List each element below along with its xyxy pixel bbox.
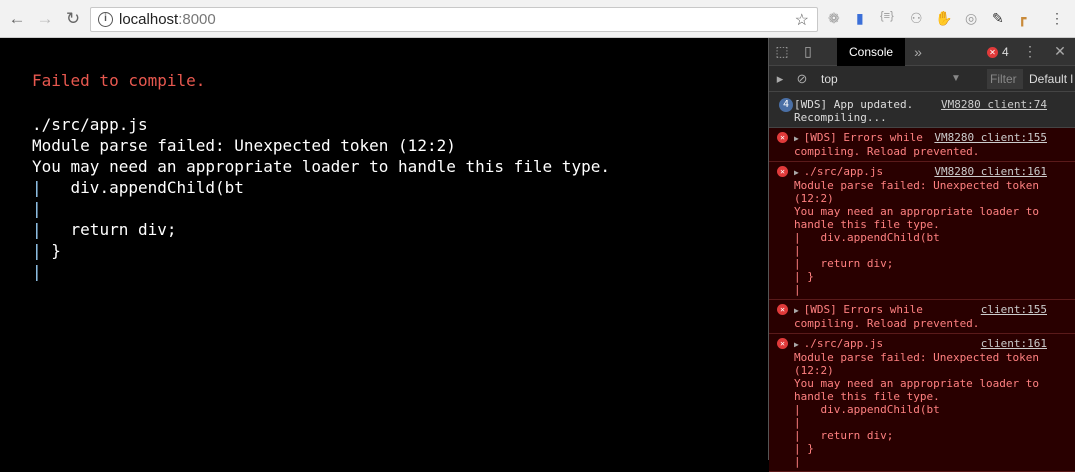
context-selector[interactable]: top: [821, 72, 951, 86]
kebab-menu-icon[interactable]: ⋮: [1017, 43, 1043, 60]
code-text: div.appendChild(bt: [41, 178, 244, 197]
more-tabs-icon[interactable]: »: [905, 44, 931, 60]
error-count: 4: [1002, 45, 1009, 59]
expand-triangle-icon[interactable]: ▶: [794, 306, 804, 315]
extension-icon[interactable]: ▮: [856, 10, 864, 27]
extension-icon[interactable]: ⚇: [910, 10, 923, 27]
code-line: | div.appendChild(bt: [32, 177, 768, 198]
expand-triangle-icon[interactable]: ▶: [794, 340, 804, 349]
message-text: [WDS] Errors while compiling. Reload pre…: [794, 303, 980, 330]
console-messages: 4 [WDS] App updated. Recompiling... VM8280…: [769, 92, 1075, 472]
error-icon: ✕: [777, 338, 788, 349]
extension-icon[interactable]: ┏: [1018, 10, 1026, 27]
code-line: | }: [32, 240, 768, 261]
clear-console-icon[interactable]: ⊘: [791, 71, 813, 87]
back-icon[interactable]: ←: [6, 9, 28, 29]
eyedropper-icon[interactable]: ✎: [992, 10, 1004, 27]
console-message: ✕ ▶ ./src/app.js Module parse failed: Une…: [769, 334, 1075, 472]
code-gutter: |: [32, 220, 42, 239]
code-line: | return div;: [32, 219, 768, 240]
error-file: ./src/app.js: [32, 115, 148, 134]
url-port: :8000: [178, 11, 216, 28]
log-levels-dropdown[interactable]: Default l: [1029, 72, 1073, 86]
expand-triangle-icon[interactable]: ▶: [794, 168, 804, 177]
message-text: ./src/app.js Module parse failed: Unexpe…: [794, 337, 1040, 468]
extension-icon[interactable]: ◎: [965, 10, 977, 27]
source-link[interactable]: client:161: [981, 337, 1047, 350]
devtools-panel: ⬚ ▯ Console » ✕ 4 ⋮ ✕ ▸ ⊘ top ▼ Filter De…: [768, 37, 1075, 472]
tab-console[interactable]: Console: [837, 37, 906, 66]
address-bar[interactable]: i localhost:8000 ☆: [90, 7, 818, 32]
code-gutter: |: [32, 199, 42, 218]
close-icon[interactable]: ✕: [1047, 43, 1073, 60]
forward-icon[interactable]: →: [34, 9, 56, 29]
source-link[interactable]: VM8280 client:74: [941, 98, 1047, 111]
console-toolbar: ▸ ⊘ top ▼ Filter Default l: [769, 66, 1075, 92]
message-text: [WDS] App updated. Recompiling...: [794, 98, 914, 124]
error-icon: ✕: [777, 304, 788, 315]
error-hint: You may need an appropriate loader to ha…: [32, 157, 610, 176]
sidebar-toggle-icon[interactable]: ▸: [769, 71, 791, 87]
code-line: |: [32, 261, 768, 282]
repeat-count-badge: 4: [779, 98, 793, 112]
error-message: Module parse failed: Unexpected token (1…: [32, 136, 456, 155]
source-link[interactable]: client:155: [981, 303, 1047, 316]
browser-toolbar: ← → ↻ i localhost:8000 ☆ ❁ ▮ {≡} ⚇ ✋ ◎ ✎…: [0, 0, 1075, 38]
code-gutter: |: [32, 241, 42, 260]
code-text: }: [41, 241, 61, 260]
error-overlay: Failed to compile. ./src/app.js Module p…: [0, 38, 768, 460]
code-gutter: |: [32, 178, 42, 197]
expand-triangle-icon[interactable]: ▶: [794, 134, 804, 143]
message-text: ./src/app.js Module parse failed: Unexpe…: [794, 165, 1040, 296]
error-counter[interactable]: ✕ 4: [987, 45, 1009, 59]
console-message: ✕ ▶ ./src/app.js Module parse failed: Une…: [769, 162, 1075, 300]
inspect-icon[interactable]: ⬚: [769, 43, 795, 60]
extension-icon[interactable]: {≡}: [880, 10, 894, 22]
extension-icon[interactable]: ✋: [935, 10, 952, 27]
code-gutter: |: [32, 262, 42, 281]
code-line: |: [32, 198, 768, 219]
info-icon[interactable]: i: [98, 12, 113, 27]
devtools-tabbar: ⬚ ▯ Console » ✕ 4 ⋮ ✕: [769, 37, 1075, 66]
bookmark-star-icon[interactable]: ☆: [795, 10, 809, 30]
menu-icon[interactable]: ⋮: [1050, 10, 1064, 27]
source-link[interactable]: VM8280 client:161: [934, 165, 1047, 178]
source-link[interactable]: VM8280 client:155: [934, 131, 1047, 144]
extension-icon[interactable]: ❁: [828, 10, 840, 27]
reload-icon[interactable]: ↻: [62, 9, 84, 29]
filter-input[interactable]: Filter: [987, 69, 1023, 89]
device-toggle-icon[interactable]: ▯: [795, 43, 821, 60]
error-icon: ✕: [777, 166, 788, 177]
url-host: localhost: [119, 11, 179, 28]
code-text: return div;: [41, 220, 177, 239]
error-icon: ✕: [777, 132, 788, 143]
console-message: ✕ ▶ [WDS] Errors while compiling. Reload …: [769, 300, 1075, 334]
code-frame: | div.appendChild(bt | | return div; | } |: [32, 177, 768, 282]
console-message: 4 [WDS] App updated. Recompiling... VM8280…: [769, 92, 1075, 128]
chevron-down-icon[interactable]: ▼: [951, 73, 961, 84]
console-message: ✕ ▶ [WDS] Errors while compiling. Reload …: [769, 128, 1075, 162]
error-icon: ✕: [987, 46, 998, 58]
error-title: Failed to compile.: [32, 71, 206, 90]
